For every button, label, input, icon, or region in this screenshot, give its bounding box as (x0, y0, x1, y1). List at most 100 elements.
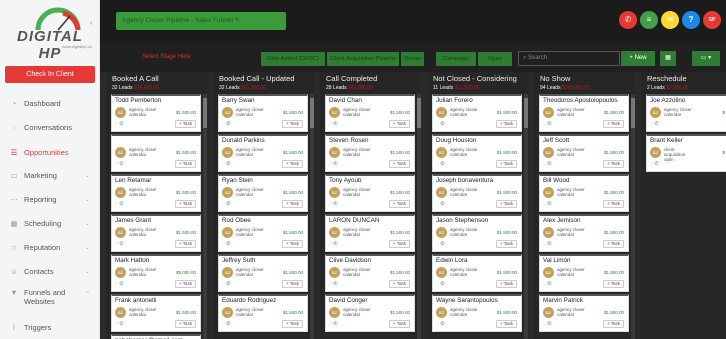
sidebar-item-conversations[interactable]: ◌ Conversations (0, 120, 100, 136)
collapse-sidebar-icon[interactable]: ‹ (90, 18, 93, 27)
phone-icon[interactable]: ✆ (333, 161, 337, 167)
opportunity-card[interactable]: Alex Jemison BZ agency closer calendar $1,5… (539, 214, 629, 252)
add-task-button[interactable]: + Task (495, 240, 517, 248)
opportunity-card[interactable]: Jeff Scott BZ agency closer calendar $1,500… (539, 134, 629, 172)
scrollbar-thumb[interactable] (203, 98, 207, 128)
sidebar-item-reporting[interactable]: ⋯ Reporting ⌄ (0, 192, 100, 208)
view-toggle-button[interactable]: ▭ ▾ (692, 51, 720, 66)
add-task-button[interactable]: + Task (174, 320, 196, 328)
opportunity-card[interactable]: Julian Forero BZ agency closer calendar $1,… (432, 94, 522, 132)
opportunity-card[interactable]: LARON DUNCAN BZ agency closer calendar $1,5… (325, 214, 415, 252)
megaphone-button[interactable]: ✉ (661, 11, 679, 29)
add-task-button[interactable]: + Task (281, 120, 303, 128)
sidebar-item-opportunities[interactable]: ☰ Opportunities (0, 145, 100, 161)
add-task-button[interactable]: + Task (602, 200, 624, 208)
add-task-button[interactable]: + Task (602, 320, 624, 328)
phone-icon[interactable]: ✆ (226, 321, 230, 327)
opportunity-card[interactable]: BZ agency closer calendar $1,500.00 ◌ ✆ + Ta… (111, 134, 201, 172)
opportunity-card[interactable]: Rod Obee BZ agency closer calendar $1,500.0… (218, 214, 308, 252)
pipeline-filter-button[interactable]: Client Acquisition Pipeline (327, 52, 399, 66)
add-task-button[interactable]: + Task (388, 320, 410, 328)
opportunity-card[interactable]: Jason Stephenson BZ agency closer calendar… (432, 214, 522, 252)
column-scrollbar[interactable] (203, 94, 207, 339)
add-task-button[interactable]: + Task (495, 320, 517, 328)
opportunity-card[interactable]: Ryan Stein BZ agency closer calendar $1,500… (218, 174, 308, 212)
column-scrollbar[interactable] (631, 94, 635, 339)
phone-icon[interactable]: ✆ (547, 201, 551, 207)
scrollbar-thumb[interactable] (631, 98, 635, 128)
opportunity-card[interactable]: Edwin Lora BZ agency closer calendar $1,500… (432, 254, 522, 292)
sidebar-item-dashboard[interactable]: ◔ Dashboard (0, 96, 100, 112)
phone-icon[interactable]: ✆ (547, 321, 551, 327)
add-task-button[interactable]: + Task (602, 240, 624, 248)
sidebar-item-contacts[interactable]: ☺ Contacts ⌄ (0, 264, 100, 280)
opportunity-card[interactable]: David Conger BZ agency closer calendar $1,5… (325, 294, 415, 332)
phone-icon[interactable]: ✆ (333, 121, 337, 127)
opportunity-card[interactable]: Val Limón BZ agency closer calendar $1,500.… (539, 254, 629, 292)
list-button[interactable]: ≡ (640, 11, 658, 29)
scrollbar-thumb[interactable] (310, 98, 314, 128)
opportunity-card[interactable]: Barry Swan BZ agency closer calendar $1,500… (218, 94, 308, 132)
opportunity-card[interactable]: Brant Keller BZ client acquisition optin $ ◌… (646, 134, 726, 172)
add-task-button[interactable]: + Task (495, 120, 517, 128)
add-task-button[interactable]: + Task (174, 280, 196, 288)
add-task-button[interactable]: + Task (174, 240, 196, 248)
phone-icon[interactable]: ✆ (333, 201, 337, 207)
phone-icon[interactable]: ✆ (654, 161, 658, 167)
phone-icon[interactable]: ✆ (547, 161, 551, 167)
opportunity-card[interactable]: Joseph bonaventura BZ agency closer calend… (432, 174, 522, 212)
add-task-button[interactable]: + Task (281, 240, 303, 248)
opportunity-card[interactable]: Theodoros Apostolopoulos BZ agency closer … (539, 94, 629, 132)
check-in-client-button[interactable]: Check In Client (5, 66, 95, 83)
opportunity-card[interactable]: Bill Wood BZ agency closer calendar $1,500.… (539, 174, 629, 212)
opportunity-card[interactable]: Mark Hatton BZ agency closer calendar $5,00… (111, 254, 201, 292)
column-scrollbar[interactable] (417, 94, 421, 339)
phone-icon[interactable]: ✆ (119, 241, 123, 247)
add-task-button[interactable]: + Task (281, 280, 303, 288)
pipeline-selector[interactable]: Agency Closer Pipeline - Sales Funnel ✎ (116, 12, 286, 30)
opportunity-card[interactable]: nehahomes@gmail.com (111, 334, 201, 339)
opportunity-card[interactable]: Donald Parkins BZ agency closer calendar $1… (218, 134, 308, 172)
opportunity-card[interactable]: James Grant BZ agency closer calendar $1,50… (111, 214, 201, 252)
sidebar-item-marketing[interactable]: ▭ Marketing ⌄ (0, 168, 100, 184)
phone-icon[interactable]: ✆ (226, 121, 230, 127)
opportunity-card[interactable]: Frank antonelli BZ agency closer calendar $… (111, 294, 201, 332)
phone-icon[interactable]: ✆ (547, 241, 551, 247)
phone-icon[interactable]: ✆ (654, 121, 658, 127)
column-scrollbar[interactable] (310, 94, 314, 339)
add-task-button[interactable]: + Task (602, 160, 624, 168)
add-task-button[interactable]: + Task (388, 240, 410, 248)
add-task-button[interactable]: + Task (174, 120, 196, 128)
phone-icon[interactable]: ✆ (440, 121, 444, 127)
add-task-button[interactable]: + Task (281, 200, 303, 208)
owner-filter-button[interactable]: Owner (401, 52, 424, 66)
add-task-button[interactable]: + Task (388, 280, 410, 288)
phone-icon[interactable]: ✆ (440, 201, 444, 207)
add-task-button[interactable]: + Task (495, 160, 517, 168)
add-task-button[interactable]: + Task (495, 280, 517, 288)
scrollbar-thumb[interactable] (417, 98, 421, 128)
phone-icon[interactable]: ✆ (226, 161, 230, 167)
phone-icon[interactable]: ✆ (547, 281, 551, 287)
opportunity-card[interactable]: Tony Ayoub BZ agency closer calendar $1,500… (325, 174, 415, 212)
opportunity-card[interactable]: Doug Houston BZ agency closer calendar $1,5… (432, 134, 522, 172)
add-task-button[interactable]: + Task (174, 200, 196, 208)
phone-icon[interactable]: ✆ (119, 161, 123, 167)
phone-icon[interactable]: ✆ (333, 281, 337, 287)
opportunity-card[interactable]: Len Retamar BZ agency closer calendar $1,50… (111, 174, 201, 212)
scrollbar-thumb[interactable] (524, 98, 528, 128)
phone-icon[interactable]: ✆ (119, 281, 123, 287)
opportunity-card[interactable]: Wayne Sarantopoulos BZ agency closer calen… (432, 294, 522, 332)
phone-icon[interactable]: ✆ (333, 321, 337, 327)
phone-icon[interactable]: ✆ (119, 121, 123, 127)
phone-icon[interactable]: ✆ (226, 281, 230, 287)
opportunity-card[interactable]: Jeffrey Suth BZ agency closer calendar $1,5… (218, 254, 308, 292)
phone-icon[interactable]: ✆ (119, 201, 123, 207)
phone-icon[interactable]: ✆ (333, 241, 337, 247)
user-avatar-button[interactable]: SP (703, 11, 721, 29)
phone-icon[interactable]: ✆ (547, 121, 551, 127)
phone-icon[interactable]: ✆ (440, 241, 444, 247)
add-task-button[interactable]: + Task (388, 160, 410, 168)
phone-icon[interactable]: ✆ (226, 241, 230, 247)
new-opportunity-button[interactable]: + New (621, 51, 655, 66)
